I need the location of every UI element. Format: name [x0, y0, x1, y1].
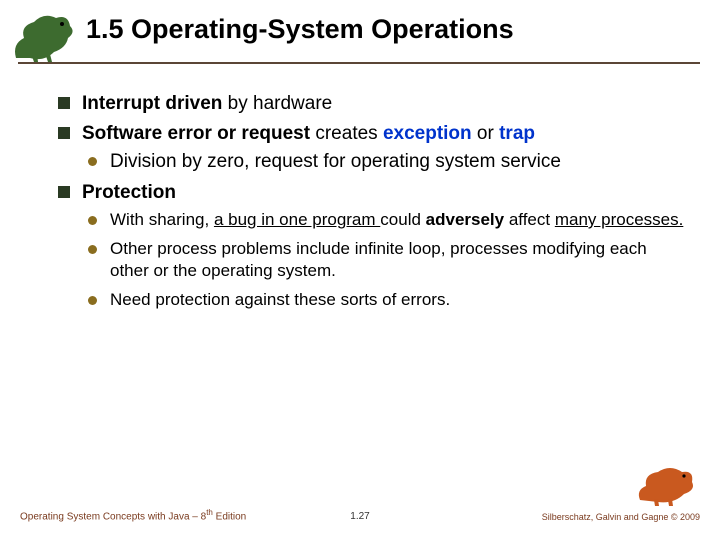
text: creates — [310, 123, 383, 144]
text: Edition — [213, 511, 246, 522]
slide: 1.5 Operating-System Operations Interrup… — [0, 0, 720, 540]
text: Division by zero, request for operating … — [110, 151, 561, 172]
text: Other process problems include infinite … — [110, 239, 647, 279]
footer-left: Operating System Concepts with Java – 8t… — [20, 508, 246, 522]
text: Need protection against these sorts of e… — [110, 290, 450, 309]
text: by hardware — [222, 93, 332, 114]
sub-bullet-item: With sharing, a bug in one program could… — [88, 209, 686, 230]
sub-bullet-list: With sharing, a bug in one program could… — [88, 209, 686, 310]
slide-content: Interrupt driven by hardware Software er… — [0, 64, 720, 310]
text-underline: a bug in one program — [214, 210, 380, 229]
footer-copyright: Silberschatz, Galvin and Gagne © 2009 — [542, 512, 700, 522]
dinosaur-right-icon — [636, 462, 700, 506]
sub-bullet-item: Other process problems include infinite … — [88, 238, 686, 281]
text-underline: many processes. — [555, 210, 684, 229]
slide-header: 1.5 Operating-System Operations — [0, 0, 720, 64]
text-bold: Protection — [82, 182, 176, 203]
text: Operating System Concepts with Java – 8 — [20, 511, 206, 522]
bullet-item: Software error or request creates except… — [58, 122, 686, 174]
text-bold: Software error or request — [82, 123, 310, 144]
bullet-item: Protection With sharing, a bug in one pr… — [58, 181, 686, 310]
sub-bullet-list: Division by zero, request for operating … — [88, 150, 686, 174]
text-superscript: th — [206, 508, 213, 517]
text: With sharing, — [110, 210, 214, 229]
text: or — [472, 123, 499, 144]
text-bold: Interrupt driven — [82, 93, 222, 114]
sub-bullet-item: Division by zero, request for operating … — [88, 150, 686, 174]
bullet-list: Interrupt driven by hardware Software er… — [58, 92, 686, 310]
sub-bullet-item: Need protection against these sorts of e… — [88, 289, 686, 310]
text: affect — [504, 210, 555, 229]
text-bold: adversely — [426, 210, 504, 229]
slide-footer: Operating System Concepts with Java – 8t… — [0, 478, 720, 522]
text-term: exception — [383, 123, 472, 144]
bullet-item: Interrupt driven by hardware — [58, 92, 686, 116]
footer-page-number: 1.27 — [350, 511, 369, 522]
dinosaur-left-icon — [10, 8, 80, 64]
text-term: trap — [499, 123, 535, 144]
slide-title: 1.5 Operating-System Operations — [80, 8, 514, 45]
text: could — [380, 210, 425, 229]
